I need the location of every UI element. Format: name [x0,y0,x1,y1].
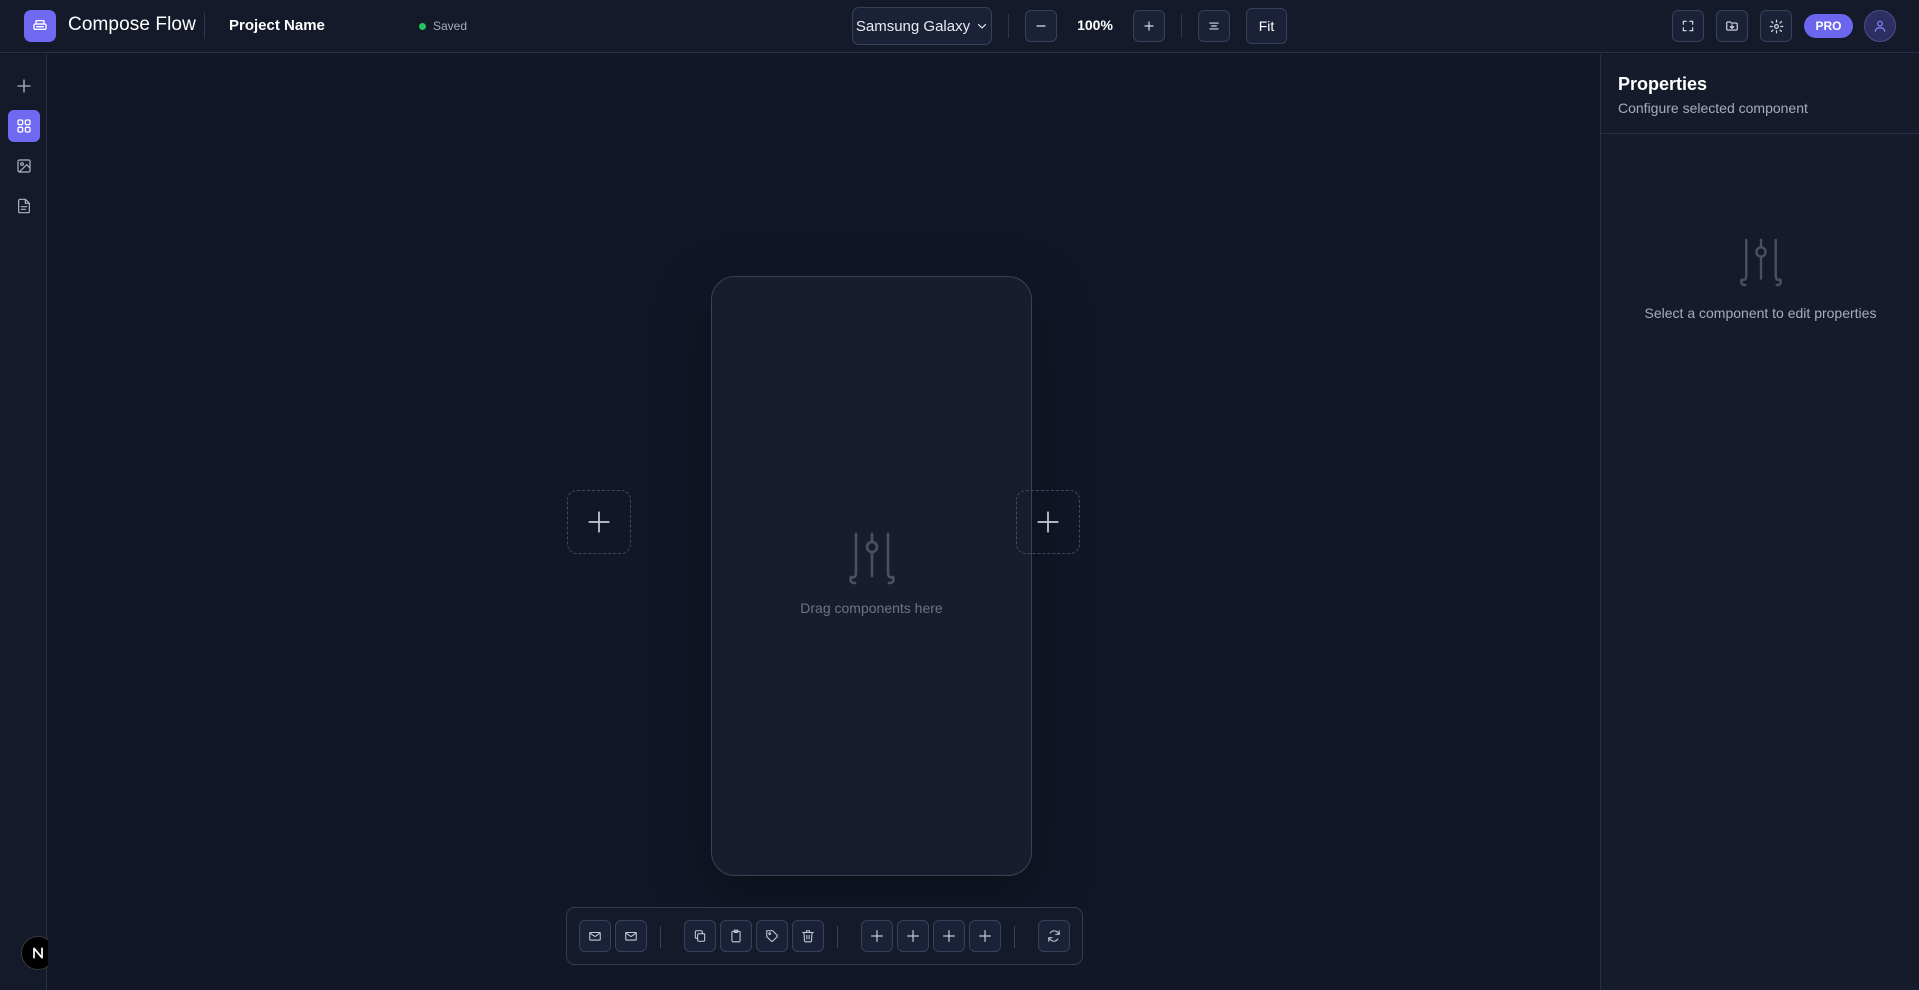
add-button-2[interactable] [897,920,929,952]
add-button-4[interactable] [969,920,1001,952]
paste-button[interactable] [720,920,752,952]
letter-n-icon [33,947,43,959]
toolbar-divider [1014,926,1015,948]
save-status: Saved [419,19,467,33]
properties-header: Properties Configure selected component [1601,54,1919,134]
properties-subtitle: Configure selected component [1618,100,1808,116]
plus-icon [979,930,991,942]
tag-icon [766,930,778,942]
plus-icon [17,79,31,93]
properties-empty-state: Select a component to edit properties [1601,237,1919,321]
chevron-down-icon [978,23,987,29]
top-bar: Compose Flow Project Name Saved Samsung … [0,0,1919,53]
folder-download-icon [1726,21,1738,31]
delete-button[interactable] [792,920,824,952]
add-screen-left-button[interactable] [567,490,631,554]
plus-icon [588,511,610,533]
fit-button[interactable]: Fit [1246,8,1287,44]
export-button[interactable] [1716,10,1748,42]
toolbar-mail-button-2[interactable] [615,920,647,952]
toolbar-mail-button-1[interactable] [579,920,611,952]
mail-icon [589,931,601,941]
add-button-1[interactable] [861,920,893,952]
save-status-label: Saved [433,19,468,33]
app-title: Compose Flow [68,14,196,35]
copy-icon [694,930,706,942]
status-dot-icon [419,22,426,30]
add-button-3[interactable] [933,920,965,952]
divider [1181,14,1182,38]
left-rail [0,54,47,990]
copy-button[interactable] [684,920,716,952]
fullscreen-button[interactable] [1672,10,1704,42]
app-root: Compose Flow Project Name Saved Samsung … [0,0,1919,990]
sliders-icon [848,532,895,585]
rail-item-pages[interactable] [8,190,40,222]
divider [204,13,205,39]
settings-button[interactable] [1760,10,1792,42]
bottom-toolbar [566,907,1083,965]
add-screen-right-button[interactable] [1016,490,1080,554]
project-name[interactable]: Project Name [229,17,325,34]
grid-icon [17,119,31,133]
user-icon [1874,20,1886,32]
minus-icon [1036,25,1046,27]
pro-badge[interactable]: PRO [1804,14,1853,38]
rail-item-add[interactable] [8,70,40,102]
align-button[interactable] [1198,10,1230,42]
user-avatar[interactable] [1864,10,1896,42]
plus-icon [1037,511,1059,533]
toolbar-divider [837,926,838,948]
properties-panel: Properties Configure selected component … [1600,54,1919,990]
sliders-icon [1739,238,1782,287]
document-icon [18,198,30,214]
app-logo[interactable] [24,10,56,42]
zoom-in-button[interactable] [1133,10,1165,42]
rail-item-components[interactable] [8,110,40,142]
fullscreen-icon [1682,20,1694,32]
properties-empty-label: Select a component to edit properties [1644,305,1877,321]
align-center-icon [1209,22,1219,30]
refresh-icon [1048,930,1060,942]
device-select[interactable]: Samsung Galaxy [852,7,992,45]
gear-icon [1769,19,1783,33]
printer-icon [33,20,47,30]
zoom-out-button[interactable] [1025,10,1057,42]
clipboard-icon [731,929,741,943]
tag-button[interactable] [756,920,788,952]
divider [1008,14,1009,38]
properties-title: Properties [1618,74,1708,94]
plus-icon [907,930,919,942]
device-select-label: Samsung Galaxy [855,17,971,35]
plus-icon [1144,21,1154,31]
plus-icon [943,930,955,942]
drop-zone-label: Drag components here [800,600,943,616]
design-canvas[interactable]: Drag components here [48,54,1600,990]
phone-frame[interactable]: Drag components here [711,276,1032,876]
rail-item-images[interactable] [8,150,40,182]
mail-icon [625,931,637,941]
plus-icon [871,930,883,942]
drop-zone: Drag components here [712,532,1031,616]
image-icon [17,159,31,173]
zoom-level: 100% [1077,17,1113,33]
toolbar-divider [660,926,661,948]
trash-icon [802,930,814,943]
refresh-button[interactable] [1038,920,1070,952]
